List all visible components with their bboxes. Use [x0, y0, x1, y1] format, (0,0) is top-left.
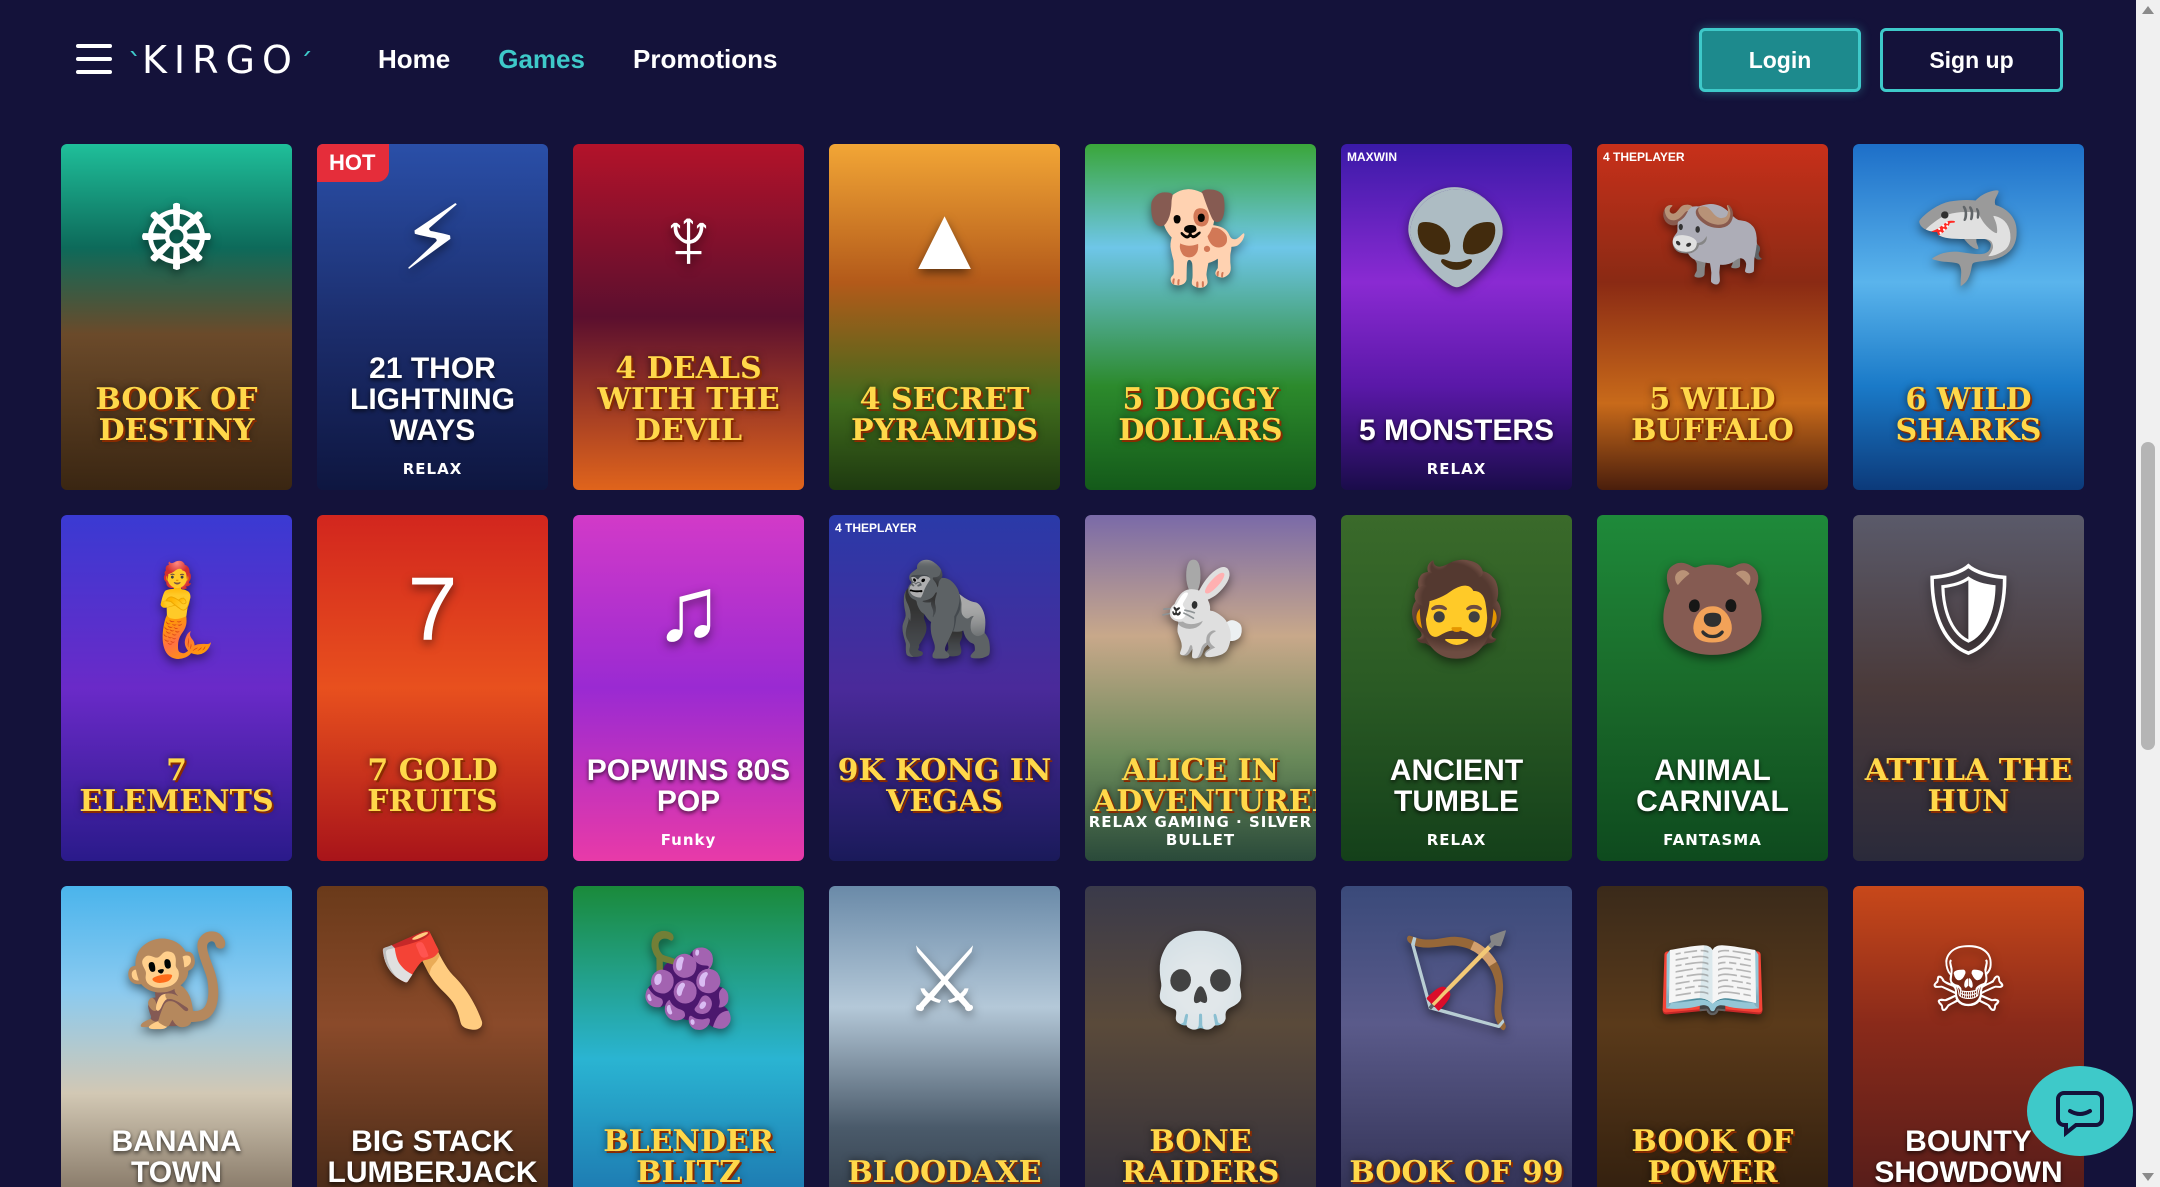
seven-icon: 7	[407, 560, 458, 660]
nav-games[interactable]: Games	[498, 42, 585, 76]
game-tile[interactable]: ☸ BOOK of DESTINY	[61, 144, 292, 490]
game-title: 4 DEALS WITH THE DEVIL	[597, 351, 780, 448]
thor-icon: ⚡	[400, 189, 465, 289]
game-tile[interactable]: 🍇 BLENDER BLITZ	[573, 886, 804, 1187]
game-tile[interactable]: 🐇 ALICE IN ADVENTURELANDRELAX GAMING · SI…	[1085, 515, 1316, 861]
kirgo-logo[interactable]: `KIRGO´	[128, 40, 313, 84]
provider-logo: 4 THEPLAYER	[835, 521, 917, 535]
game-title: 5 WILD BUFFALO	[1631, 382, 1794, 448]
game-title: 9K KONG IN VEGAS	[837, 753, 1052, 819]
music-icon: ♫	[654, 560, 723, 660]
hot-badge: HOT	[317, 144, 390, 182]
game-title: 4 SECRET PYRAMIDS	[850, 382, 1039, 448]
game-tile[interactable]: ♆ 4 DEALS WITH THE DEVIL	[573, 144, 804, 490]
wheel-icon: ☸	[136, 189, 217, 289]
page-scrollbar[interactable]	[2136, 0, 2160, 1187]
signup-button[interactable]: Sign up	[1880, 28, 2063, 92]
game-title: POPWINS 80s POP	[586, 754, 791, 818]
viking-icon: ⚔	[904, 931, 985, 1031]
game-tile[interactable]: ⚡ 21 THOR LIGHTNING WAYS RELAX HOT	[317, 144, 548, 490]
game-provider: RELAX	[1426, 460, 1487, 478]
game-provider: Funky	[660, 831, 717, 849]
chat-bubble-icon	[2056, 1091, 2104, 1137]
game-title: 6 WILD SHARKS	[1895, 382, 2042, 448]
alien-icon: 👽	[1400, 189, 1513, 289]
game-tile[interactable]: ⚔ BLOODAXE	[829, 886, 1060, 1187]
scroll-thumb[interactable]	[2141, 442, 2155, 750]
nav-promotions[interactable]: Promotions	[633, 42, 777, 76]
game-provider: FANTASMA	[1663, 831, 1762, 849]
shield-icon: 🛡	[1911, 560, 2026, 660]
login-button[interactable]: Login	[1699, 28, 1861, 92]
rabbit-icon: 🐇	[1144, 560, 1257, 660]
game-title: BIG STACK LUMBERJACK	[327, 1125, 538, 1187]
game-tile[interactable]: 🐃 5 WILD BUFFALO 4 THEPLAYER	[1597, 144, 1828, 490]
dog-icon: 🐕	[1144, 189, 1257, 289]
game-provider: RELAX GAMING · SILVER BULLET	[1088, 813, 1313, 849]
shark-icon: 🦈	[1912, 189, 2025, 289]
goddess-icon: 🧜	[120, 560, 233, 660]
game-title: ALICE IN ADVENTURELAND	[1093, 753, 1316, 819]
game-tile[interactable]: 🛡 ATTILA THE HUN	[1853, 515, 2084, 861]
provider-logo: MAXWIN	[1347, 150, 1397, 164]
game-tile[interactable]: 🐕 5 DOGGY DOLLARS	[1085, 144, 1316, 490]
game-title: BOOK of DESTINY	[95, 382, 258, 448]
game-tile[interactable]: 🧜 7 ELEMENTS	[61, 515, 292, 861]
game-tile[interactable]: ▲ 4 SECRET PYRAMIDS	[829, 144, 1060, 490]
scroll-up-icon[interactable]	[2142, 6, 2154, 14]
main-nav: Home Games Promotions	[378, 42, 777, 76]
game-tile[interactable]: 🐒 BANANA TOWN	[61, 886, 292, 1187]
game-tile[interactable]: 🪓 BIG STACK LUMBERJACK	[317, 886, 548, 1187]
game-tile[interactable]: 🐻 ANIMAL CARNIVAL FANTASMA	[1597, 515, 1828, 861]
game-tile[interactable]: 💀 BONE RAIDERS	[1085, 886, 1316, 1187]
monkey-icon: 🐒	[120, 931, 233, 1031]
game-title: ANIMAL CARNIVAL	[1636, 754, 1789, 818]
game-title: ATTILA THE HUN	[1864, 753, 2073, 819]
game-title: BANANA TOWN	[111, 1125, 242, 1187]
man-icon: 🧔	[1400, 560, 1513, 660]
game-title: BONE RAIDERS	[1121, 1124, 1280, 1187]
devil-icon: ♆	[654, 189, 723, 289]
site-header: `KIRGO´ Home Games Promotions Login Sign…	[0, 0, 2136, 120]
hamburger-menu-icon[interactable]	[76, 44, 112, 74]
game-provider: RELAX	[402, 460, 463, 478]
fruit-icon: 🍇	[632, 931, 745, 1031]
game-tile[interactable]: 🏹 BOOK OF 99	[1341, 886, 1572, 1187]
archer-icon: 🏹	[1400, 931, 1513, 1031]
game-tile[interactable]: 🦈 6 WILD SHARKS	[1853, 144, 2084, 490]
game-provider: RELAX	[1426, 831, 1487, 849]
nav-home[interactable]: Home	[378, 42, 450, 76]
game-tile[interactable]: 7 7 GOLD FRUITS	[317, 515, 548, 861]
game-title: 7 GOLD FRUITS	[367, 753, 498, 819]
provider-logo: 4 THEPLAYER	[1603, 150, 1685, 164]
buffalo-icon: 🐃	[1656, 189, 1769, 289]
game-title: 7 ELEMENTS	[79, 753, 274, 819]
scroll-down-icon[interactable]	[2142, 1173, 2154, 1181]
gorilla-icon: 🦍	[888, 560, 1001, 660]
game-tile[interactable]: 🧔 ANCIENT TUMBLE RELAX	[1341, 515, 1572, 861]
game-title: BLENDER BLITZ	[603, 1124, 774, 1187]
chat-button[interactable]	[2027, 1066, 2133, 1156]
game-tile[interactable]: 🦍 9K KONG IN VEGAS 4 THEPLAYER	[829, 515, 1060, 861]
cowboy-skull-icon: ☠	[1928, 931, 2009, 1031]
book-icon: 📖	[1656, 931, 1769, 1031]
game-tile[interactable]: ♫ POPWINS 80s POP Funky	[573, 515, 804, 861]
pyramid-icon: ▲	[899, 189, 990, 289]
game-title: ANCIENT TUMBLE	[1389, 754, 1524, 818]
game-tile[interactable]: 📖 BOOK OF POWER	[1597, 886, 1828, 1187]
axe-icon: 🪓	[376, 931, 489, 1031]
skull-icon: 💀	[1144, 931, 1257, 1031]
game-title: 21 THOR LIGHTNING WAYS	[350, 352, 515, 447]
game-title: BOOK OF 99	[1349, 1155, 1564, 1187]
game-title: 5 DOGGY DOLLARS	[1118, 382, 1283, 448]
game-tile[interactable]: 👽 5 Monsters RELAX MAXWIN	[1341, 144, 1572, 490]
game-title: 5 Monsters	[1358, 414, 1555, 447]
game-title: BOOK OF POWER	[1631, 1124, 1794, 1187]
game-title: BLOODAXE	[847, 1155, 1042, 1187]
bear-icon: 🐻	[1656, 560, 1769, 660]
